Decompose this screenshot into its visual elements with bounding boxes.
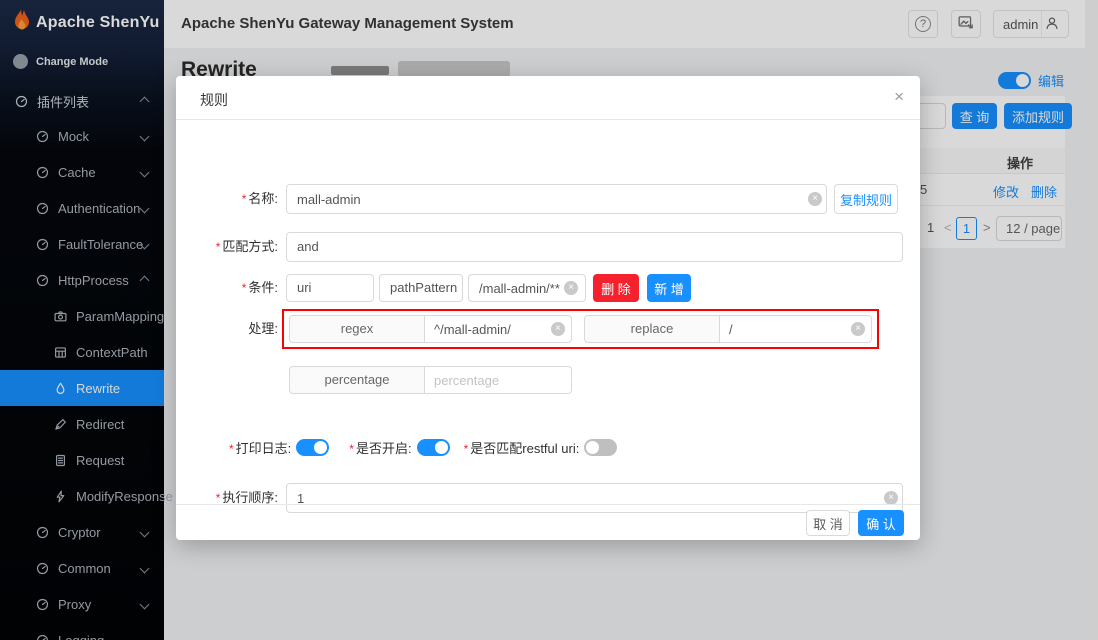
handle-value-replace-input[interactable] [720,315,872,343]
toggle-knob-icon [314,441,327,454]
name-input[interactable] [286,184,827,214]
name-label: *名称: [176,184,278,214]
handle-value-regex-wrap: × [425,315,572,343]
toggle-knob-icon [586,441,599,454]
toggles-row: *打印日志: *是否开启: *是否匹配restful uri: [176,438,920,457]
clear-icon[interactable]: × [564,281,578,295]
match-mode-select[interactable]: and [286,232,903,262]
print-log-toggle[interactable] [296,439,329,456]
clear-icon[interactable]: × [551,322,565,336]
cancel-button[interactable]: 取 消 [806,510,850,536]
percentage-input[interactable] [425,366,572,394]
modal-title: 规则 [200,90,228,110]
clear-icon[interactable]: × [884,491,898,505]
percentage-input-wrap [425,366,572,394]
add-condition-button[interactable]: 新 增 [647,274,691,302]
handle-key-regex: regex [289,315,425,343]
modal-footer: 取 消 确 认 [176,504,920,539]
handle-key-replace: replace [584,315,720,343]
rule-modal: 规则 × *名称: × 复制规则 *匹配方式: and *条件: uri pat… [176,76,920,540]
confirm-button[interactable]: 确 认 [858,510,904,536]
clear-icon[interactable]: × [808,192,822,206]
modal-body: *名称: × 复制规则 *匹配方式: and *条件: uri pathPatt… [176,120,920,504]
print-log-label: *打印日志: [229,438,291,457]
app-root: Apache ShenYu Change Mode 插件列表 Mock Cach… [0,0,1098,640]
percentage-row: percentage [289,366,572,394]
clear-icon[interactable]: × [851,322,865,336]
toggle-knob-icon [435,441,448,454]
handle-label: 处理: [176,309,278,349]
condition-operator-select[interactable]: pathPattern [379,274,463,302]
handle-value-replace-wrap: × [720,315,872,343]
enabled-label: *是否开启: [349,438,411,457]
delete-condition-button[interactable]: 删 除 [593,274,639,302]
condition-label: *条件: [176,274,278,302]
handle-value-regex-input[interactable] [425,315,572,343]
restful-label: *是否匹配restful uri: [464,438,580,457]
copy-rule-button[interactable]: 复制规则 [834,184,898,214]
condition-param-select[interactable]: uri [286,274,374,302]
match-mode-label: *匹配方式: [176,232,278,262]
handle-highlight-box: regex × replace × [282,309,879,349]
handle-key-percentage: percentage [289,366,425,394]
enabled-toggle[interactable] [417,439,450,456]
modal-header: 规则 × [176,76,920,120]
close-icon[interactable]: × [894,87,904,107]
restful-toggle[interactable] [584,439,617,456]
